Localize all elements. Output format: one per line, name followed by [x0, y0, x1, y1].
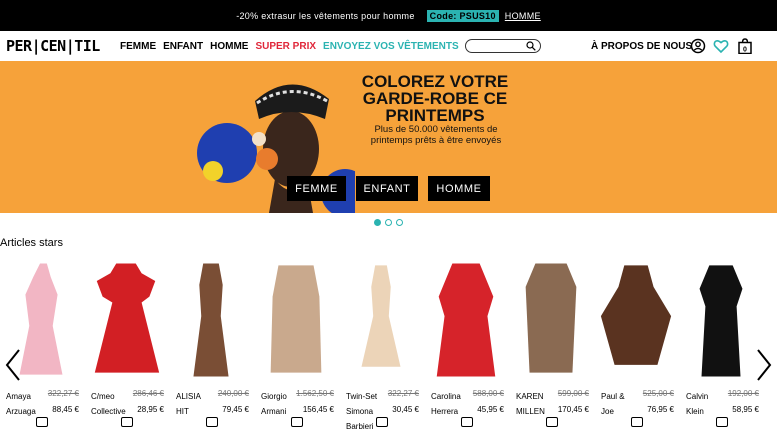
product-brand[interactable]: Calvin Klein [686, 389, 722, 419]
product-price: 76,95 € [647, 405, 674, 414]
menu-item-homme[interactable]: HOMME [210, 41, 248, 52]
product-card[interactable]: Twin-Set Simona Barbieri 322,27 € 30,45 € [340, 256, 425, 431]
product-image[interactable] [257, 256, 335, 384]
product-old-price: 240,00 € [217, 389, 249, 398]
search-icon[interactable] [526, 41, 536, 51]
product-brand[interactable]: KAREN MILLEN [516, 389, 552, 419]
product-card[interactable]: Carolina Herrera 588,00 € 45,95 € [425, 256, 510, 427]
promo-bar: -20% extrasur les vêtements pour homme C… [0, 0, 777, 31]
add-to-bag-icon[interactable] [291, 417, 303, 427]
hero-button-enfant[interactable]: ENFANT [356, 176, 418, 201]
product-brand[interactable]: C/meo Collective [91, 389, 127, 419]
category-menu: FEMME ENFANT HOMME SUPER PRIX ENVOYEZ VO… [120, 41, 459, 52]
add-to-bag-icon[interactable] [206, 417, 218, 427]
product-price: 88,45 € [52, 405, 79, 414]
product-image[interactable] [342, 256, 420, 384]
product-old-price: 599,00 € [557, 389, 589, 398]
hero-button-femme[interactable]: FEMME [287, 176, 346, 201]
product-card[interactable]: C/meo Collective 286,46 € 28,95 € [85, 256, 170, 427]
product-price: 58,95 € [732, 405, 759, 414]
product-brand[interactable]: ALISIA HIT [176, 389, 212, 419]
heart-icon[interactable] [713, 38, 729, 54]
search-input[interactable] [465, 39, 541, 53]
carousel-prev-arrow[interactable] [4, 348, 22, 382]
product-card[interactable]: Amaya Arzuaga 322,27 € 88,45 € [0, 256, 85, 427]
product-price: 45,95 € [477, 405, 504, 414]
product-price: 79,45 € [222, 405, 249, 414]
product-brand[interactable]: Twin-Set Simona Barbieri [346, 389, 382, 434]
add-to-bag-icon[interactable] [546, 417, 558, 427]
carousel-dots [374, 219, 403, 226]
product-image[interactable] [512, 256, 590, 384]
product-card[interactable]: ALISIA HIT 240,00 € 79,45 € [170, 256, 255, 427]
add-to-bag-icon[interactable] [631, 417, 643, 427]
product-old-price: 322,27 € [387, 389, 419, 398]
promo-code: Code: PSUS10 [426, 9, 499, 22]
product-card[interactable]: KAREN MILLEN 599,00 € 170,45 € [510, 256, 595, 427]
menu-item-envoyez[interactable]: ENVOYEZ VOS VÊTEMENTS [323, 41, 459, 52]
hero-button-homme[interactable]: HOMME [428, 176, 490, 201]
product-old-price: 322,27 € [47, 389, 79, 398]
main-nav: PER|CEN|TIL FEMME ENFANT HOMME SUPER PRI… [0, 31, 777, 61]
product-price: 170,45 € [557, 405, 589, 414]
hero-title: COLOREZ VOTRE GARDE-ROBE CE PRINTEMPS [361, 72, 509, 125]
about-link[interactable]: À PROPOS DE NOUS [591, 41, 692, 52]
promo-link-homme[interactable]: HOMME [505, 11, 541, 21]
product-image[interactable] [87, 256, 165, 384]
product-old-price: 588,00 € [472, 389, 504, 398]
product-old-price: 525,00 € [642, 389, 674, 398]
product-image[interactable] [597, 256, 675, 384]
promo-text: -20% extrasur les vêtements pour homme [236, 10, 415, 21]
carousel-dot-2[interactable] [385, 219, 392, 226]
product-image[interactable] [172, 256, 250, 384]
add-to-bag-icon[interactable] [121, 417, 133, 427]
product-image[interactable] [427, 256, 505, 384]
product-old-price: 1.562,50 € [296, 389, 334, 398]
product-card[interactable]: Paul & Joe 525,00 € 76,95 € [595, 256, 680, 427]
menu-item-super-prix[interactable]: SUPER PRIX [255, 41, 316, 52]
product-brand[interactable]: Amaya Arzuaga [6, 389, 42, 419]
add-to-bag-icon[interactable] [376, 417, 388, 427]
menu-item-enfant[interactable]: ENFANT [163, 41, 203, 52]
product-image[interactable] [682, 256, 760, 384]
account-icon[interactable] [690, 38, 706, 54]
carousel-dot-3[interactable] [396, 219, 403, 226]
cart-icon[interactable]: 0 [737, 38, 753, 54]
product-card[interactable]: Calvin Klein 192,00 € 58,95 € [680, 256, 765, 427]
add-to-bag-icon[interactable] [716, 417, 728, 427]
product-price: 30,45 € [392, 405, 419, 414]
logo[interactable]: PER|CEN|TIL [6, 37, 100, 55]
product-brand[interactable]: Paul & Joe [601, 389, 637, 419]
product-old-price: 286,46 € [132, 389, 164, 398]
add-to-bag-icon[interactable] [36, 417, 48, 427]
product-price: 28,95 € [137, 405, 164, 414]
carousel-dot-1[interactable] [374, 219, 381, 226]
product-old-price: 192,00 € [727, 389, 759, 398]
hero-banner[interactable]: COLOREZ VOTRE GARDE-ROBE CE PRINTEMPS Pl… [0, 61, 777, 213]
product-brand[interactable]: Carolina Herrera [431, 389, 467, 419]
carousel-next-arrow[interactable] [755, 348, 773, 382]
product-brand[interactable]: Giorgio Armani [261, 389, 297, 419]
product-price: 156,45 € [302, 405, 334, 414]
menu-item-femme[interactable]: FEMME [120, 41, 156, 52]
hero-subtitle: Plus de 50.000 vêtements de printemps pr… [370, 124, 502, 146]
add-to-bag-icon[interactable] [461, 417, 473, 427]
cart-count: 0 [743, 47, 747, 54]
section-title: Articles stars [0, 237, 63, 249]
product-card[interactable]: Giorgio Armani 1.562,50 € 156,45 € [255, 256, 340, 427]
product-carousel: Amaya Arzuaga 322,27 € 88,45 € C/meo Collec… [0, 256, 777, 431]
